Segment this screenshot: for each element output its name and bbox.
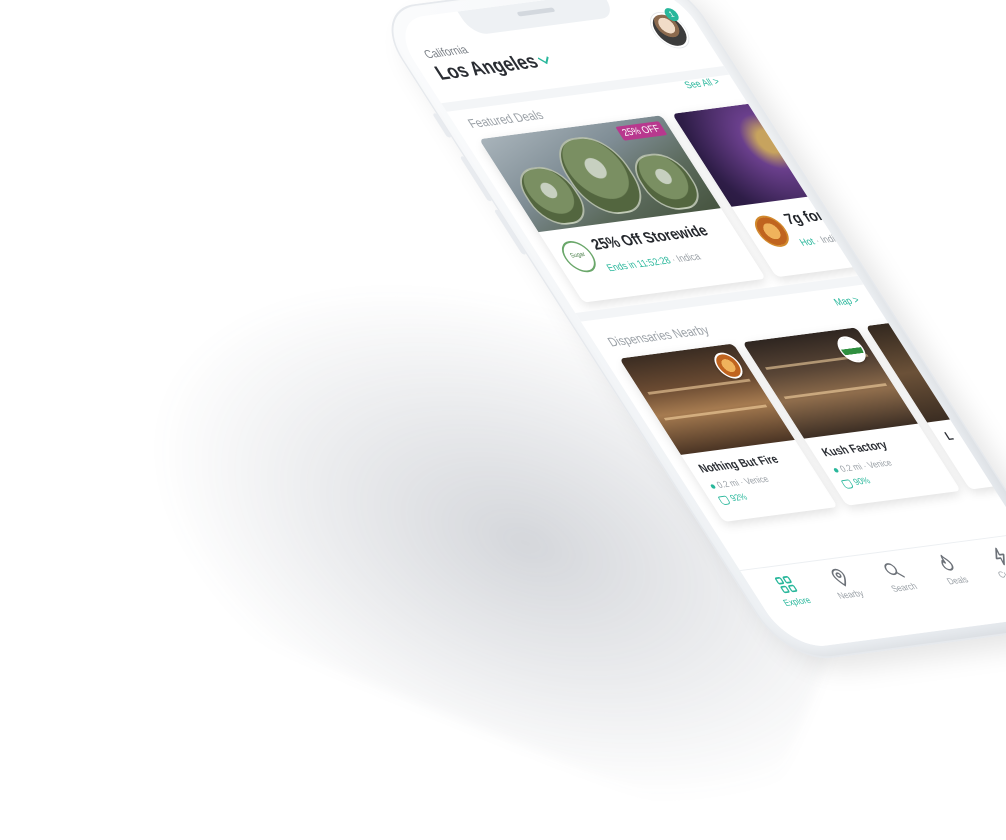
lightning-icon (995, 547, 1005, 566)
tab-label: Search (889, 581, 920, 595)
deal-strain: · Indic (810, 233, 843, 247)
dispensary-name: L (941, 429, 957, 443)
rating-text: 90% (851, 476, 873, 488)
distance-text: 0.2 mi · Venice (714, 474, 772, 491)
tab-label: Culture (996, 567, 1006, 581)
location-dot-icon (832, 467, 840, 473)
bottom-tab-bar: Explore Nearby Search Deals Culture (739, 532, 1006, 651)
dispensary-logo (708, 351, 749, 381)
deal-meta: Hot · Indic (798, 221, 935, 248)
search-icon (884, 563, 905, 578)
location-dot-icon (709, 484, 717, 489)
deal-title: 25% Off Storewide (587, 221, 712, 254)
explore-grid-icon (775, 575, 798, 594)
deal-countdown: Ends in 11:52:28 (604, 255, 674, 274)
deal-meta: Ends in 11:52:28 · Indica (604, 246, 742, 274)
featured-deals-carousel[interactable]: 25% OFF Sugar 25% Off Storewide Ends in … (479, 89, 959, 303)
map-link[interactable]: Map > (832, 295, 862, 308)
shelf (647, 378, 751, 395)
tab-label: Explore (781, 595, 814, 609)
rating-text: 92% (728, 492, 750, 504)
shelf (663, 404, 768, 421)
tab-label: Deals (945, 575, 971, 588)
shelf (783, 383, 888, 400)
flame-icon (940, 554, 954, 571)
notification-badge: 1 (661, 7, 682, 22)
distance-text: 0.2 mi · Venice (838, 458, 895, 475)
featured-deals-title: Featured Deals (464, 107, 547, 131)
dispensaries-nearby-title: Dispensaries Nearby (604, 322, 712, 350)
chevron-down-icon (537, 51, 549, 65)
tab-label: Nearby (835, 588, 867, 602)
deal-title: 7g for 3 skywalk (780, 198, 891, 228)
location-pin-icon (831, 568, 846, 587)
discount-badge: 25% OFF (615, 121, 668, 141)
speaker-grille (516, 7, 556, 17)
deal-strain: · Indica (666, 251, 704, 266)
